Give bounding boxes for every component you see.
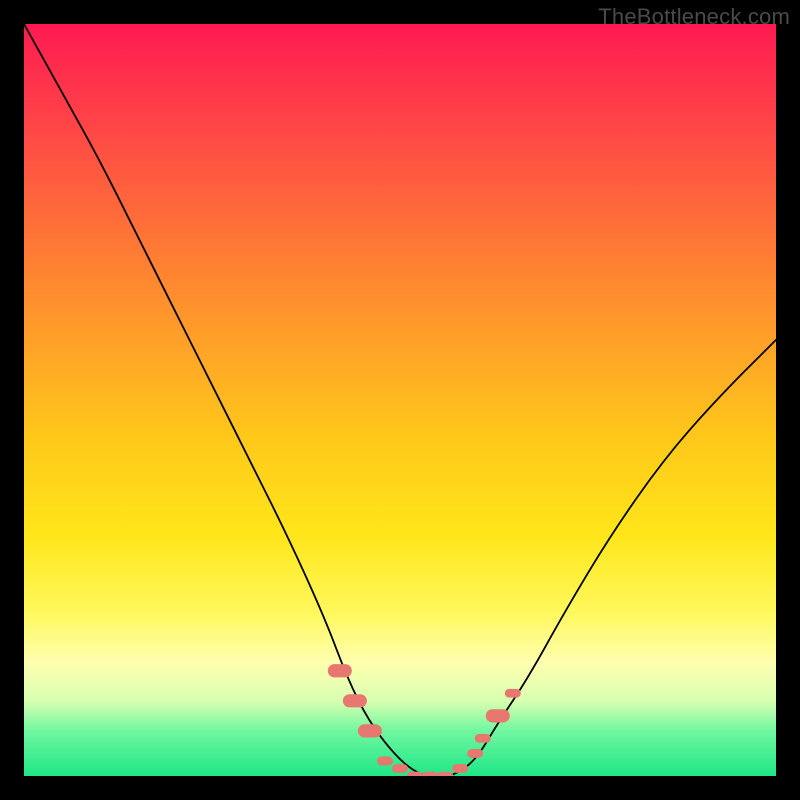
chart-marker — [475, 734, 491, 743]
chart-marker — [358, 724, 382, 737]
chart-marker — [328, 664, 352, 677]
chart-marker — [467, 749, 483, 758]
chart-marker — [422, 772, 438, 776]
chart-marker — [486, 709, 510, 722]
chart-marker — [392, 764, 408, 773]
chart-markers — [328, 664, 521, 776]
bottleneck-curve-line — [24, 24, 776, 776]
chart-marker — [407, 772, 423, 776]
chart-marker — [505, 689, 521, 698]
chart-marker — [437, 772, 453, 776]
chart-marker — [377, 757, 393, 766]
chart-marker — [452, 764, 468, 773]
chart-marker — [343, 694, 367, 707]
bottleneck-chart — [24, 24, 776, 776]
